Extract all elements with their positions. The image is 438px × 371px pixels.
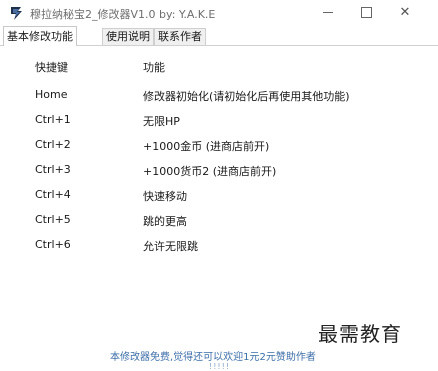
hotkey-label: Ctrl+6	[35, 238, 71, 251]
function-label: +1000货币2 (进商店前开)	[143, 165, 277, 178]
sponsor-note[interactable]: 本修改器免费,觉得还可以欢迎1元2元赞助作者	[110, 348, 316, 363]
hotkey-label: Ctrl+1	[35, 113, 71, 126]
tab-basic-functions[interactable]: 基本修改功能	[3, 26, 77, 46]
table-row: Ctrl+4 快速移动	[0, 188, 438, 206]
header-hotkey: 快捷键	[35, 61, 68, 74]
table-row: Home 修改器初始化(请初始化后再使用其他功能)	[0, 88, 438, 106]
minimize-button[interactable]	[311, 0, 345, 24]
tab-strip: 基本修改功能 使用说明 联系作者	[0, 26, 438, 46]
table-row: Ctrl+6 允许无限跳	[0, 238, 438, 256]
function-label: 跳的更高	[143, 215, 187, 228]
footer-dots: !!!!!	[209, 362, 231, 371]
function-label: 无限HP	[143, 115, 180, 128]
hotkey-label: Ctrl+2	[35, 138, 71, 151]
minimize-icon	[323, 11, 333, 13]
table-row: Ctrl+3 +1000货币2 (进商店前开)	[0, 163, 438, 181]
close-button[interactable]: ✕	[388, 0, 422, 24]
window-title: 穆拉纳秘宝2_修改器V1.0 by: Y.A.K.E	[30, 8, 216, 21]
hotkey-label: Ctrl+5	[35, 213, 71, 226]
function-label: 快速移动	[143, 190, 187, 203]
tab-contact-author[interactable]: 联系作者	[154, 28, 206, 45]
close-icon: ✕	[399, 4, 411, 20]
hotkey-label: Home	[35, 88, 68, 101]
app-icon	[11, 7, 22, 20]
table-row: Ctrl+5 跳的更高	[0, 213, 438, 231]
hotkey-label: Ctrl+3	[35, 163, 71, 176]
watermark: 最需教育	[318, 322, 402, 346]
tab-instructions[interactable]: 使用说明	[102, 28, 154, 45]
hotkey-label: Ctrl+4	[35, 188, 71, 201]
maximize-button[interactable]	[349, 0, 383, 24]
function-label: 允许无限跳	[143, 240, 198, 253]
table-row: Ctrl+2 +1000金币 (进商店前开)	[0, 138, 438, 156]
function-label: 修改器初始化(请初始化后再使用其他功能)	[143, 90, 350, 103]
table-row: Ctrl+1 无限HP	[0, 113, 438, 131]
table-header: 快捷键 功能	[0, 59, 438, 77]
maximize-icon	[360, 6, 372, 18]
title-bar: 穆拉纳秘宝2_修改器V1.0 by: Y.A.K.E ✕	[0, 0, 438, 26]
function-label: +1000金币 (进商店前开)	[143, 140, 270, 153]
header-function: 功能	[143, 61, 165, 74]
